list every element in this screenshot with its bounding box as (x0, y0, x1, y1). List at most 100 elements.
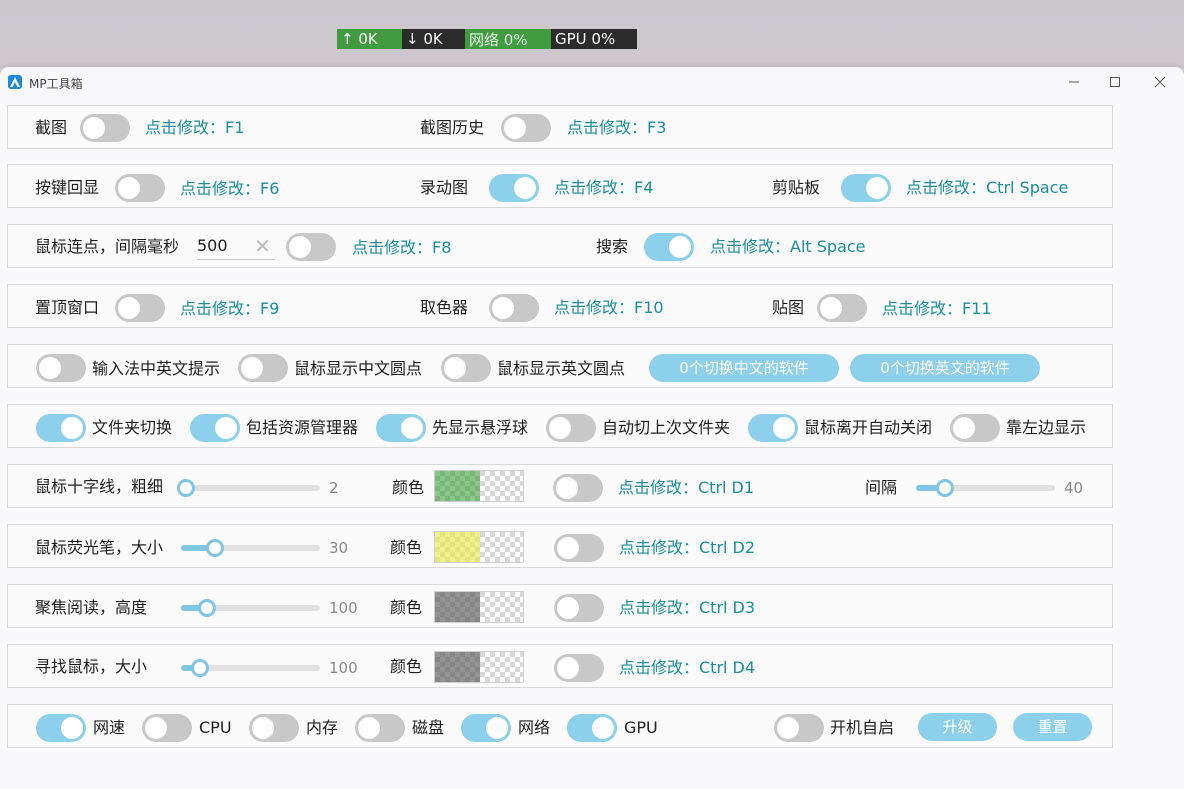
ime-hint-toggle[interactable] (36, 354, 86, 382)
autoclick-label: 鼠标连点，间隔毫秒 (35, 237, 180, 256)
toggle-knob (118, 177, 140, 199)
upgrade-button[interactable]: 升级 (918, 713, 997, 741)
key-echo-hotkey[interactable]: 点击修改：F6 (180, 179, 279, 199)
color-picker-toggle[interactable] (489, 294, 539, 322)
folder-row: 文件夹切换 包括资源管理器 先显示悬浮球 自动切上次文件夹 鼠标离开自动关闭 靠… (7, 404, 1113, 448)
maximize-button[interactable] (1105, 73, 1125, 91)
clear-icon[interactable]: ✕ (254, 234, 271, 258)
cn-dot-toggle[interactable] (238, 354, 288, 382)
find-mouse-label: 寻找鼠标，大小 (35, 657, 148, 676)
toggle-knob (549, 417, 571, 439)
color-picker-hotkey[interactable]: 点击修改：F10 (554, 298, 664, 318)
network-toggle[interactable] (461, 714, 511, 742)
pin-image-label: 贴图 (772, 298, 805, 317)
search-hotkey[interactable]: 点击修改：Alt Space (710, 237, 866, 257)
clipboard-hotkey[interactable]: 点击修改：Ctrl Space (906, 178, 1068, 198)
reset-button[interactable]: 重置 (1013, 713, 1092, 741)
search-toggle[interactable] (644, 233, 694, 261)
autoclick-hotkey[interactable]: 点击修改：F8 (352, 238, 451, 258)
key-echo-toggle[interactable] (115, 174, 165, 202)
focus-height-slider[interactable] (181, 599, 320, 617)
close-button[interactable] (1150, 73, 1170, 91)
en-dot-toggle[interactable] (441, 354, 491, 382)
crosshair-color-swatch[interactable] (434, 470, 524, 502)
ime-row: 输入法中英文提示 鼠标显示中文圆点 鼠标显示英文圆点 0个切换中文的软件 0个切… (7, 344, 1113, 388)
highlighter-row: 鼠标荧光笔，大小 30 颜色 点击修改：Ctrl D2 (7, 524, 1113, 568)
crosshair-toggle[interactable] (553, 474, 603, 502)
toggle-knob (557, 597, 579, 619)
autoclick-toggle[interactable] (286, 233, 336, 261)
folder-switch-toggle[interactable] (36, 414, 86, 442)
highlighter-size-slider[interactable] (181, 539, 320, 557)
slider-handle[interactable] (936, 479, 954, 497)
find-mouse-size-value: 100 (329, 659, 358, 677)
cpu-toggle[interactable] (142, 714, 192, 742)
toggle-knob (866, 177, 888, 199)
slider-handle[interactable] (198, 599, 216, 617)
autostart-toggle[interactable] (774, 714, 824, 742)
clipboard-label: 剪贴板 (772, 178, 821, 197)
crosshair-label: 鼠标十字线，粗细 (35, 477, 164, 496)
focus-color-swatch[interactable] (434, 591, 524, 623)
explorer-toggle[interactable] (190, 414, 240, 442)
toggle-knob (39, 357, 61, 379)
network-usage: 网络 0% (465, 29, 551, 49)
screenshot-hotkey[interactable]: 点击修改：F1 (145, 118, 244, 138)
toggle-knob (401, 417, 423, 439)
titlebar[interactable]: MP工具箱 (0, 67, 1184, 97)
highlighter-hotkey[interactable]: 点击修改：Ctrl D2 (619, 538, 755, 558)
slider-handle[interactable] (191, 659, 209, 677)
screenshot-history-toggle[interactable] (501, 114, 551, 142)
clipboard-toggle[interactable] (841, 174, 891, 202)
crosshair-hotkey[interactable]: 点击修改：Ctrl D1 (618, 478, 754, 498)
screenshot-history-hotkey[interactable]: 点击修改：F3 (567, 118, 666, 138)
gap-slider[interactable] (916, 479, 1055, 497)
cn-dot-label: 鼠标显示中文圆点 (294, 359, 423, 378)
find-mouse-size-slider[interactable] (181, 659, 320, 677)
auto-close-toggle[interactable] (748, 414, 798, 442)
en-apps-button[interactable]: 0个切换英文的软件 (850, 354, 1040, 382)
screenshot-toggle[interactable] (80, 114, 130, 142)
find-mouse-hotkey[interactable]: 点击修改：Ctrl D4 (619, 658, 755, 678)
float-ball-toggle[interactable] (376, 414, 426, 442)
net-speed-toggle[interactable] (36, 714, 86, 742)
gif-record-toggle[interactable] (489, 174, 539, 202)
gpu-usage: GPU 0% (551, 29, 637, 49)
pin-image-hotkey[interactable]: 点击修改：F11 (882, 299, 992, 319)
focus-reading-hotkey[interactable]: 点击修改：Ctrl D3 (619, 598, 755, 618)
find-mouse-toggle[interactable] (554, 654, 604, 682)
crosshair-row: 鼠标十字线，粗细 2 颜色 点击修改：Ctrl D1 间隔 40 (7, 464, 1113, 508)
minimize-button[interactable] (1064, 73, 1084, 91)
left-show-toggle[interactable] (950, 414, 1000, 442)
toggle-knob (358, 717, 380, 739)
highlighter-color-swatch[interactable] (434, 531, 524, 563)
toggle-knob (83, 117, 105, 139)
gif-record-hotkey[interactable]: 点击修改：F4 (554, 178, 653, 198)
toggle-knob (492, 297, 514, 319)
memory-toggle[interactable] (249, 714, 299, 742)
slider-handle[interactable] (206, 539, 224, 557)
focus-reading-toggle[interactable] (554, 594, 604, 622)
toggle-knob (444, 357, 466, 379)
last-folder-toggle[interactable] (546, 414, 596, 442)
find-mouse-color-label: 颜色 (390, 657, 423, 676)
slider-handle[interactable] (177, 479, 195, 497)
screenshot-history-label: 截图历史 (420, 118, 485, 137)
focus-color-label: 颜色 (390, 598, 423, 617)
topmost-toggle[interactable] (115, 294, 165, 322)
find-mouse-color-swatch[interactable] (434, 651, 524, 683)
disk-toggle[interactable] (355, 714, 405, 742)
highlighter-toggle[interactable] (554, 534, 604, 562)
toggle-knob (289, 236, 311, 258)
toggle-knob (241, 357, 263, 379)
gpu-toggle[interactable] (567, 714, 617, 742)
key-echo-label: 按键回显 (35, 178, 100, 197)
pin-image-toggle[interactable] (817, 294, 867, 322)
topmost-hotkey[interactable]: 点击修改：F9 (180, 299, 279, 319)
screenshot-label: 截图 (35, 118, 68, 137)
cn-apps-button[interactable]: 0个切换中文的软件 (649, 354, 839, 382)
thickness-slider[interactable] (177, 479, 320, 497)
gpu-label: GPU (624, 718, 658, 737)
float-ball-label: 先显示悬浮球 (432, 418, 529, 437)
toggle-knob (820, 297, 842, 319)
